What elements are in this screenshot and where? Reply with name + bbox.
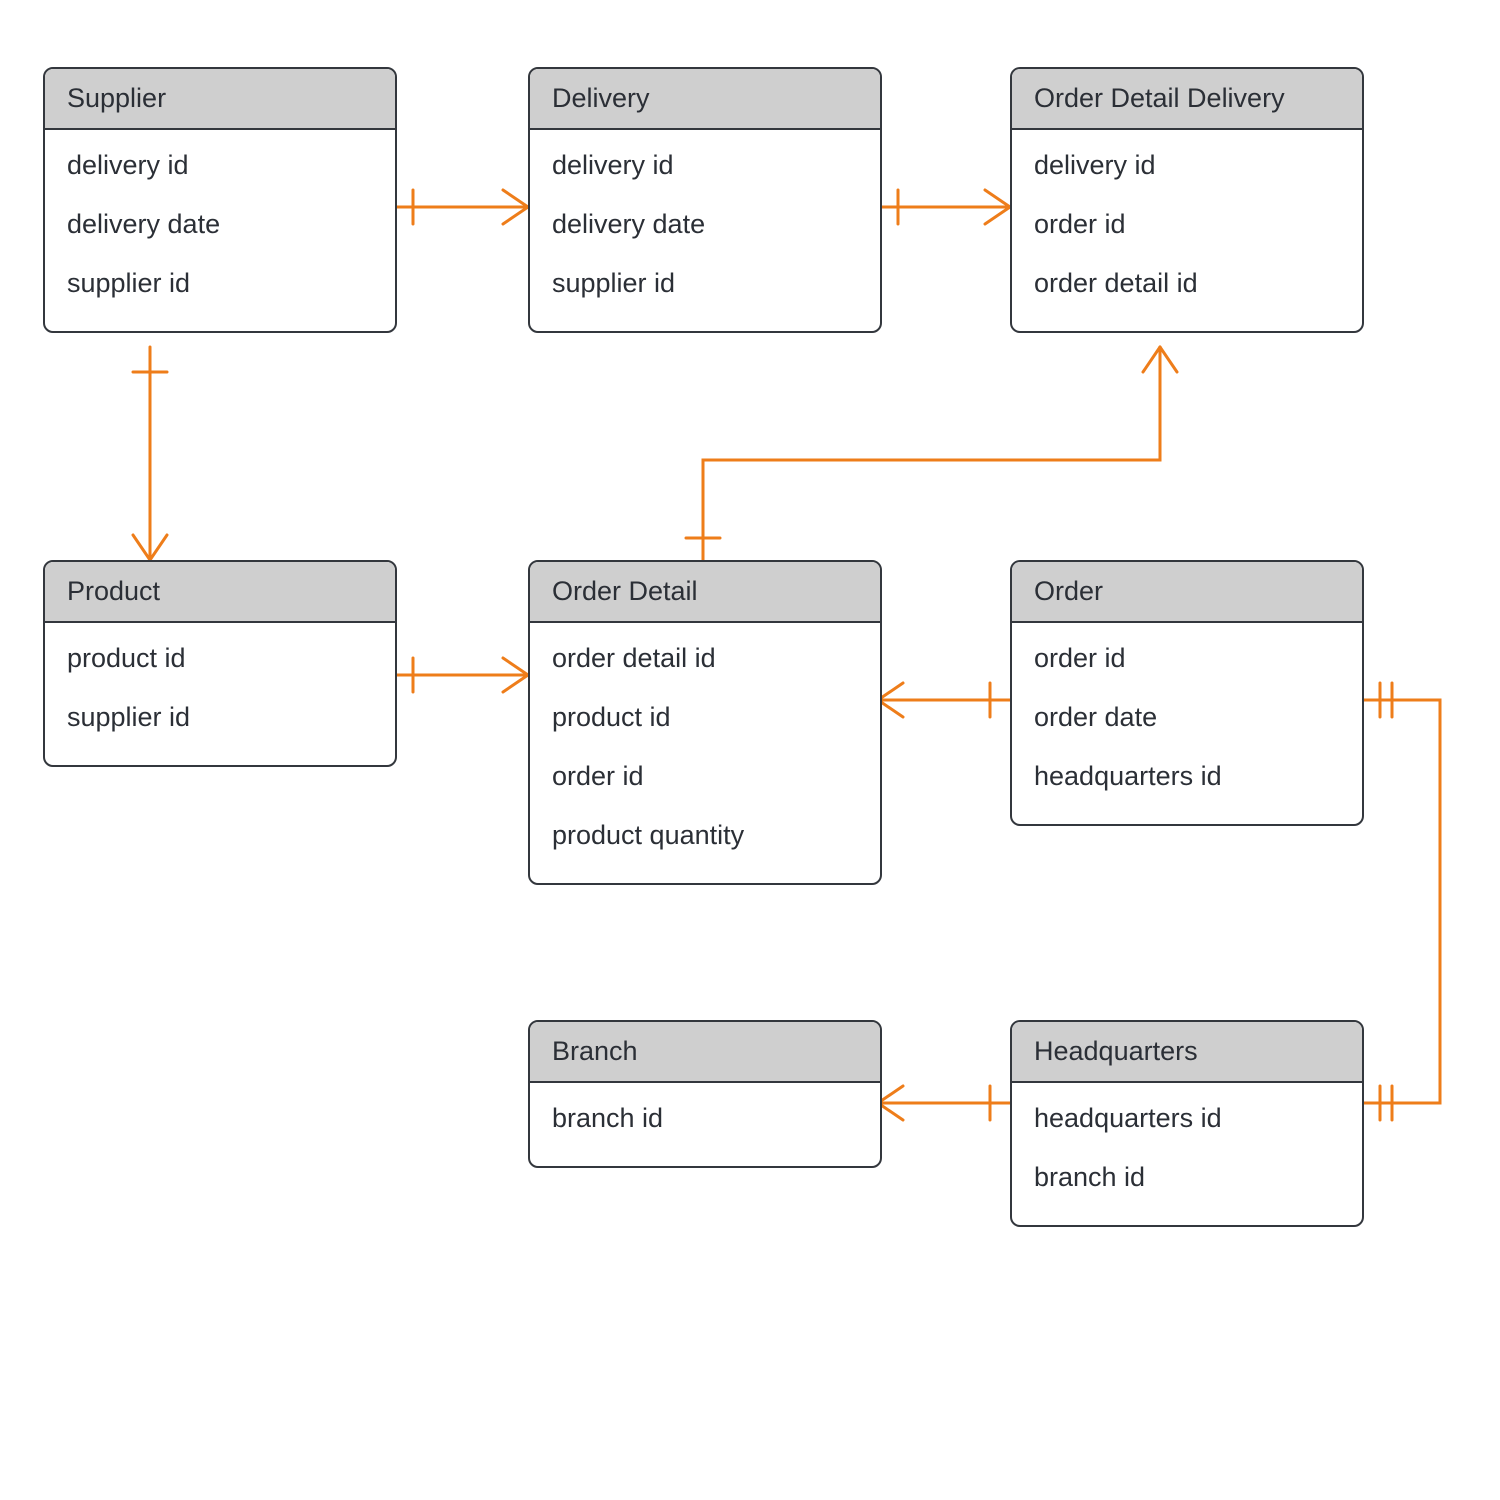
entity-attr: order detail id — [530, 629, 880, 688]
entity-attr: supplier id — [45, 688, 395, 747]
entity-attr: headquarters id — [1012, 1089, 1362, 1148]
entity-attrs: delivery id order id order detail id — [1012, 130, 1362, 331]
entity-attr: delivery date — [530, 195, 880, 254]
entity-title: Delivery — [530, 69, 880, 130]
entity-title: Branch — [530, 1022, 880, 1083]
entity-attr: product quantity — [530, 806, 880, 865]
entity-attrs: branch id — [530, 1083, 880, 1166]
entity-title: Order — [1012, 562, 1362, 623]
entity-attr: order id — [1012, 195, 1362, 254]
entity-attr: delivery id — [1012, 136, 1362, 195]
entity-product[interactable]: Product product id supplier id — [43, 560, 397, 767]
entity-title: Product — [45, 562, 395, 623]
entity-title: Order Detail — [530, 562, 880, 623]
entity-attr: order id — [1012, 629, 1362, 688]
entity-delivery[interactable]: Delivery delivery id delivery date suppl… — [528, 67, 882, 333]
entity-attr: supplier id — [45, 254, 395, 313]
entity-headquarters[interactable]: Headquarters headquarters id branch id — [1010, 1020, 1364, 1227]
entity-attr: order id — [530, 747, 880, 806]
entity-title: Order Detail Delivery — [1012, 69, 1362, 130]
entity-attr: delivery date — [45, 195, 395, 254]
entity-order[interactable]: Order order id order date headquarters i… — [1010, 560, 1364, 826]
entity-branch[interactable]: Branch branch id — [528, 1020, 882, 1168]
entity-attr: branch id — [1012, 1148, 1362, 1207]
entity-attr: delivery id — [530, 136, 880, 195]
entity-attr: delivery id — [45, 136, 395, 195]
entity-attr: product id — [45, 629, 395, 688]
entity-title: Supplier — [45, 69, 395, 130]
entity-attr: headquarters id — [1012, 747, 1362, 806]
entity-attrs: delivery id delivery date supplier id — [45, 130, 395, 331]
entity-attrs: order id order date headquarters id — [1012, 623, 1362, 824]
entity-attrs: headquarters id branch id — [1012, 1083, 1362, 1225]
entity-attr: order detail id — [1012, 254, 1362, 313]
rel-orderdetail-odd — [703, 347, 1160, 560]
entity-attrs: product id supplier id — [45, 623, 395, 765]
entity-title: Headquarters — [1012, 1022, 1362, 1083]
entity-attrs: delivery id delivery date supplier id — [530, 130, 880, 331]
entity-attr: product id — [530, 688, 880, 747]
entity-order-detail-delivery[interactable]: Order Detail Delivery delivery id order … — [1010, 67, 1364, 333]
entity-order-detail[interactable]: Order Detail order detail id product id … — [528, 560, 882, 885]
entity-attr: order date — [1012, 688, 1362, 747]
entity-supplier[interactable]: Supplier delivery id delivery date suppl… — [43, 67, 397, 333]
rel-hq-order — [1360, 700, 1440, 1103]
entity-attr: branch id — [530, 1089, 880, 1148]
entity-attrs: order detail id product id order id prod… — [530, 623, 880, 883]
entity-attr: supplier id — [530, 254, 880, 313]
er-diagram-canvas: Supplier delivery id delivery date suppl… — [0, 0, 1500, 1500]
